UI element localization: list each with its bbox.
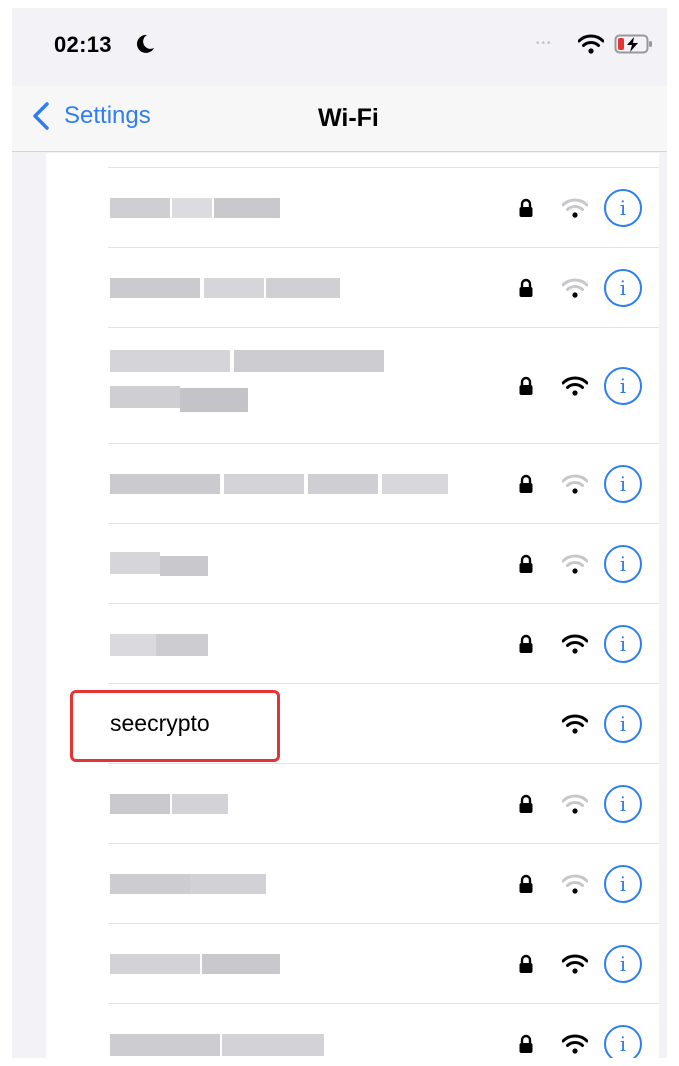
phone-screen: 02:13 ••• Settings Wi-Fi i i i i i i see… bbox=[12, 8, 667, 1058]
wifi-signal-icon bbox=[562, 874, 588, 894]
page-title: Wi-Fi bbox=[318, 104, 379, 132]
network-row[interactable]: seecrypto i bbox=[46, 684, 659, 764]
lock-icon bbox=[519, 874, 533, 893]
info-icon[interactable]: i bbox=[604, 625, 642, 663]
cellular-signal-icon: ••• bbox=[536, 38, 553, 49]
info-icon[interactable]: i bbox=[604, 705, 642, 743]
lock-icon bbox=[519, 278, 533, 297]
wifi-signal-icon bbox=[562, 1034, 588, 1054]
lock-icon bbox=[519, 1034, 533, 1053]
wifi-signal-icon bbox=[562, 198, 588, 218]
network-row[interactable]: i bbox=[46, 844, 659, 924]
wifi-signal-icon bbox=[562, 278, 588, 298]
chevron-left-icon bbox=[33, 102, 49, 130]
network-row[interactable]: i bbox=[46, 924, 659, 1004]
network-list: i i i i i i seecrypto i i i i i bbox=[46, 153, 659, 1058]
status-bar: 02:13 ••• bbox=[12, 8, 667, 86]
info-icon[interactable]: i bbox=[604, 465, 642, 503]
moon-icon bbox=[136, 34, 154, 53]
lock-icon bbox=[519, 474, 533, 493]
wifi-signal-icon bbox=[562, 634, 588, 654]
wifi-signal-icon bbox=[562, 376, 588, 396]
wifi-signal-icon bbox=[562, 954, 588, 974]
back-button-label: Settings bbox=[64, 102, 151, 129]
battery-charging-icon bbox=[614, 34, 652, 54]
network-row[interactable]: i bbox=[46, 168, 659, 248]
network-ssid: seecrypto bbox=[110, 710, 210, 736]
info-icon[interactable]: i bbox=[604, 545, 642, 583]
info-icon[interactable]: i bbox=[604, 865, 642, 903]
wifi-signal-icon bbox=[562, 794, 588, 814]
network-row[interactable]: i bbox=[46, 248, 659, 328]
wifi-signal-icon bbox=[562, 554, 588, 574]
info-icon[interactable]: i bbox=[604, 1025, 642, 1058]
network-row[interactable]: i bbox=[46, 524, 659, 604]
lock-icon bbox=[519, 198, 533, 217]
info-icon[interactable]: i bbox=[604, 945, 642, 983]
info-icon[interactable]: i bbox=[604, 269, 642, 307]
status-time: 02:13 bbox=[54, 32, 112, 57]
lock-icon bbox=[519, 376, 533, 395]
network-row[interactable]: i bbox=[46, 764, 659, 844]
info-icon[interactable]: i bbox=[604, 785, 642, 823]
navigation-bar: Settings Wi-Fi bbox=[12, 86, 667, 152]
back-button[interactable]: Settings bbox=[32, 102, 151, 130]
lock-icon bbox=[519, 634, 533, 653]
network-row[interactable]: i bbox=[46, 604, 659, 684]
network-row[interactable]: i bbox=[46, 328, 659, 444]
lock-icon bbox=[519, 954, 533, 973]
wifi-signal-icon bbox=[562, 474, 588, 494]
network-row[interactable]: i bbox=[46, 444, 659, 524]
network-row[interactable]: i bbox=[46, 1004, 659, 1058]
lock-icon bbox=[519, 794, 533, 813]
wifi-signal-icon bbox=[562, 714, 588, 734]
info-icon[interactable]: i bbox=[604, 367, 642, 405]
info-icon[interactable]: i bbox=[604, 189, 642, 227]
wifi-icon bbox=[578, 34, 604, 54]
lock-icon bbox=[519, 554, 533, 573]
